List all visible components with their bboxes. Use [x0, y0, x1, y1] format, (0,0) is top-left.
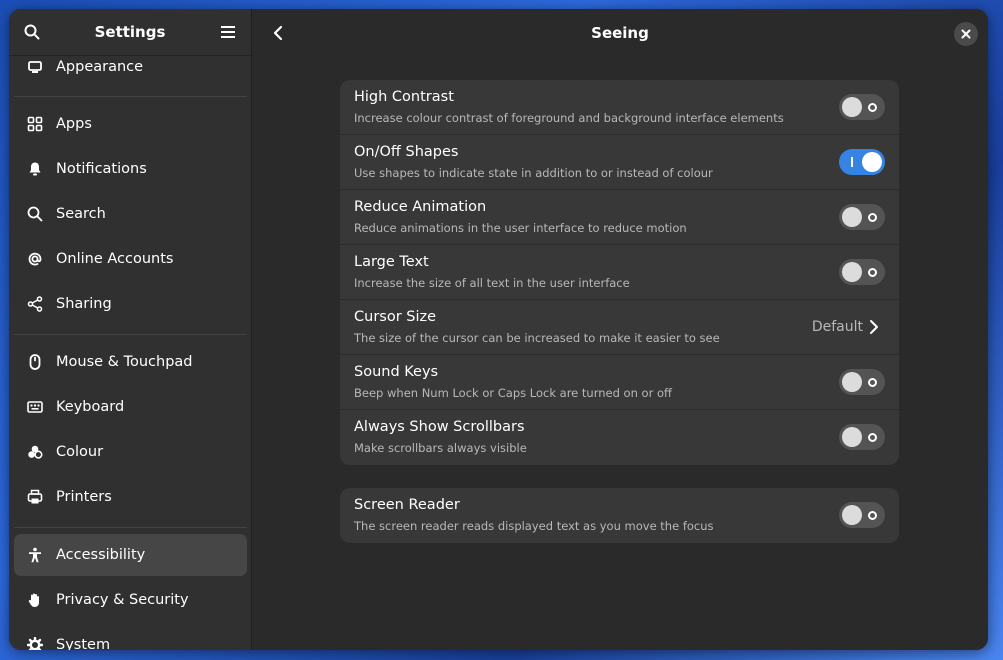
- sidebar-item-label: Apps: [56, 116, 92, 132]
- sidebar-header: Settings: [9, 9, 251, 56]
- row-title: High Contrast: [354, 89, 454, 105]
- sidebar-item-accessibility[interactable]: Accessibility: [14, 534, 247, 576]
- large-text-row[interactable]: Large Text Increase the size of all text…: [340, 245, 899, 300]
- row-title: On/Off Shapes: [354, 144, 459, 160]
- row-title: Always Show Scrollbars: [354, 419, 525, 435]
- mouse-icon: [27, 354, 43, 370]
- off-state-icon: [868, 378, 877, 387]
- screen-reader-row[interactable]: Screen Reader The screen reader reads di…: [340, 488, 899, 543]
- off-state-icon: [868, 511, 877, 520]
- sidebar-item-label: Notifications: [56, 161, 147, 177]
- high-contrast-toggle[interactable]: [839, 94, 885, 120]
- row-subtitle: Increase colour contrast of foreground a…: [354, 111, 784, 125]
- keyboard-icon: [27, 399, 43, 415]
- row-title: Large Text: [354, 254, 429, 270]
- accessibility-icon: [27, 547, 43, 563]
- off-state-icon: [868, 213, 877, 222]
- row-subtitle: The screen reader reads displayed text a…: [354, 519, 714, 533]
- apps-grid-icon: [27, 116, 43, 132]
- row-title: Screen Reader: [354, 497, 460, 513]
- high-contrast-row[interactable]: High Contrast Increase colour contrast o…: [340, 80, 899, 135]
- share-icon: [27, 296, 43, 312]
- hamburger-menu-icon[interactable]: [217, 21, 239, 43]
- sidebar-separator: [14, 96, 247, 97]
- sound-keys-toggle[interactable]: [839, 369, 885, 395]
- sidebar-item-label: Privacy & Security: [56, 592, 189, 608]
- sidebar-item-online-accounts[interactable]: Online Accounts: [14, 238, 247, 280]
- settings-window: Settings Appearance Apps Notifications S…: [9, 9, 988, 650]
- hand-icon: [27, 592, 43, 608]
- cursor-size-value: Default: [811, 319, 863, 335]
- off-state-icon: [868, 103, 877, 112]
- sidebar-item-label: System: [56, 637, 111, 650]
- appearance-icon: [27, 59, 43, 75]
- row-subtitle: The size of the cursor can be increased …: [354, 331, 720, 345]
- reduce-animation-row[interactable]: Reduce Animation Reduce animations in th…: [340, 190, 899, 245]
- row-subtitle: Make scrollbars always visible: [354, 441, 527, 455]
- seeing-settings-group: High Contrast Increase colour contrast o…: [340, 80, 899, 465]
- colour-icon: [27, 444, 43, 460]
- sidebar-list: Appearance Apps Notifications Search Onl…: [9, 56, 251, 650]
- sidebar-item-keyboard[interactable]: Keyboard: [14, 386, 247, 428]
- sidebar-item-sharing[interactable]: Sharing: [14, 283, 247, 325]
- screen-reader-group: Screen Reader The screen reader reads di…: [340, 488, 899, 543]
- sidebar-item-printers[interactable]: Printers: [14, 476, 247, 518]
- large-text-toggle[interactable]: [839, 259, 885, 285]
- sidebar-item-label: Printers: [56, 489, 112, 505]
- row-title: Reduce Animation: [354, 199, 487, 215]
- row-subtitle: Use shapes to indicate state in addition…: [354, 166, 713, 180]
- close-icon[interactable]: [954, 22, 978, 46]
- chevron-right-icon: [869, 319, 883, 335]
- back-arrow-icon[interactable]: [266, 21, 290, 45]
- screen-reader-toggle[interactable]: [839, 502, 885, 528]
- on-state-icon: [851, 157, 853, 167]
- on-off-shapes-toggle[interactable]: [839, 149, 885, 175]
- row-subtitle: Reduce animations in the user interface …: [354, 221, 687, 235]
- off-state-icon: [868, 433, 877, 442]
- sidebar-item-label: Mouse & Touchpad: [56, 354, 193, 370]
- main-header: Seeing: [252, 9, 988, 56]
- sidebar-separator: [14, 527, 247, 528]
- sidebar-item-apps[interactable]: Apps: [14, 103, 247, 145]
- row-title: Sound Keys: [354, 364, 439, 380]
- row-title: Cursor Size: [354, 309, 437, 325]
- sidebar-item-label: Keyboard: [56, 399, 125, 415]
- sidebar-item-label: Accessibility: [56, 547, 146, 563]
- cursor-size-row[interactable]: Cursor Size The size of the cursor can b…: [340, 300, 899, 355]
- sidebar-item-privacy-security[interactable]: Privacy & Security: [14, 579, 247, 621]
- off-state-icon: [868, 268, 877, 277]
- bell-icon: [27, 161, 43, 177]
- page-title: Seeing: [591, 23, 649, 42]
- always-show-scrollbars-row[interactable]: Always Show Scrollbars Make scrollbars a…: [340, 410, 899, 465]
- gear-icon: [27, 637, 43, 650]
- reduce-animation-toggle[interactable]: [839, 204, 885, 230]
- sidebar-item-appearance[interactable]: Appearance: [14, 56, 247, 88]
- sidebar-item-mouse-touchpad[interactable]: Mouse & Touchpad: [14, 341, 247, 383]
- main-panel: Seeing High Contrast Increase colour con…: [252, 9, 988, 650]
- search-icon[interactable]: [21, 21, 43, 43]
- sidebar-item-notifications[interactable]: Notifications: [14, 148, 247, 190]
- sidebar-separator: [14, 334, 247, 335]
- row-subtitle: Beep when Num Lock or Caps Lock are turn…: [354, 386, 672, 400]
- sidebar-item-colour[interactable]: Colour: [14, 431, 247, 473]
- always-show-scrollbars-toggle[interactable]: [839, 424, 885, 450]
- sidebar-title: Settings: [94, 23, 166, 41]
- sidebar: Settings Appearance Apps Notifications S…: [9, 9, 252, 650]
- sidebar-item-label: Colour: [56, 444, 104, 460]
- sidebar-item-label: Search: [56, 206, 106, 222]
- sidebar-item-search[interactable]: Search: [14, 193, 247, 235]
- row-subtitle: Increase the size of all text in the use…: [354, 276, 630, 290]
- sidebar-item-system[interactable]: System: [14, 624, 247, 650]
- search-icon: [27, 206, 43, 222]
- on-off-shapes-row[interactable]: On/Off Shapes Use shapes to indicate sta…: [340, 135, 899, 190]
- sidebar-item-label: Appearance: [56, 59, 144, 75]
- printer-icon: [27, 489, 43, 505]
- sidebar-item-label: Online Accounts: [56, 251, 174, 267]
- sidebar-item-label: Sharing: [56, 296, 112, 312]
- at-sign-icon: [27, 251, 43, 267]
- sound-keys-row[interactable]: Sound Keys Beep when Num Lock or Caps Lo…: [340, 355, 899, 410]
